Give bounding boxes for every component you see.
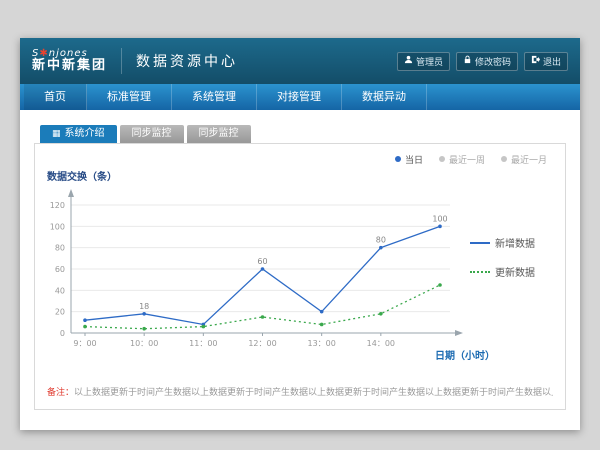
logout-icon: [531, 55, 540, 67]
svg-text:100: 100: [50, 222, 65, 231]
tab-sync-monitor-2[interactable]: 同步监控: [187, 125, 251, 143]
brand-name-cn: 新中新集团: [32, 59, 107, 74]
main-nav: 首页 标准管理 系统管理 对接管理 数据异动: [20, 84, 580, 110]
nav-item-data-change[interactable]: 数据异动: [342, 84, 427, 110]
filter-label: 当日: [405, 153, 423, 166]
page-title: 数据资源中心: [136, 51, 238, 71]
svg-text:10：00: 10：00: [130, 339, 158, 348]
dot-icon: [501, 156, 507, 162]
legend-item-new-data[interactable]: 新增数据: [470, 235, 554, 250]
line-chart: 0 20 40 60 80 100 120 9：00 10：00 11：00 12：00 13：00 1…: [45, 183, 470, 363]
logout-button[interactable]: 退出: [524, 52, 568, 71]
chart-y-axis-title: 数据交换（条）: [47, 168, 555, 183]
time-filter-legend: 当日 最近一周 最近一月: [45, 152, 555, 166]
tab-system-intro[interactable]: ▦ 系统介绍: [40, 125, 117, 143]
dot-icon: [439, 156, 445, 162]
svg-text:0: 0: [60, 329, 65, 338]
header-actions: 管理员 修改密码 退出: [397, 52, 568, 71]
chart-row: 0 20 40 60 80 100 120 9：00 10：00 11：00 12：00 13：00 1…: [45, 183, 555, 363]
change-password-button[interactable]: 修改密码: [456, 52, 518, 71]
admin-user-button[interactable]: 管理员: [397, 52, 450, 71]
chart-panel: 当日 最近一周 最近一月 数据交换（条） 0 20 40 60 80 100 120 9：00…: [34, 144, 566, 410]
svg-text:14：00: 14：00: [367, 339, 395, 348]
series-label: 更新数据: [495, 264, 535, 279]
legend-item-updated-data[interactable]: 更新数据: [470, 264, 554, 279]
app-header: S✱njones 新中新集团 数据资源中心 管理员 修改密码 退出: [20, 38, 580, 84]
filter-last-month[interactable]: 最近一月: [501, 153, 547, 166]
app-window: S✱njones 新中新集团 数据资源中心 管理员 修改密码 退出 首页 标准管…: [20, 38, 580, 430]
nav-item-system-mgmt[interactable]: 系统管理: [172, 84, 257, 110]
note-label: 备注：: [47, 388, 74, 398]
nav-item-connection-mgmt[interactable]: 对接管理: [257, 84, 342, 110]
tab-sync-monitor-1[interactable]: 同步监控: [120, 125, 184, 143]
svg-text:60: 60: [55, 265, 65, 274]
filter-label: 最近一周: [449, 153, 485, 166]
dotted-line-swatch-icon: [470, 271, 490, 273]
brand-logo: S✱njones 新中新集团: [32, 48, 107, 74]
note-text: 以上数据更新于时间产生数据以上数据更新于时间产生数据以上数据更新于时间产生数据以…: [74, 388, 553, 398]
content-area: ▦ 系统介绍 同步监控 同步监控 当日 最近一周: [20, 110, 580, 410]
lock-icon: [463, 55, 472, 67]
svg-text:20: 20: [55, 308, 65, 317]
svg-text:80: 80: [376, 236, 386, 245]
svg-text:11：00: 11：00: [189, 339, 217, 348]
tab-label: 系统介绍: [65, 125, 105, 143]
svg-text:80: 80: [55, 244, 65, 253]
user-icon: [404, 55, 413, 67]
svg-text:100: 100: [432, 214, 447, 223]
dot-icon: [395, 156, 401, 162]
filter-today[interactable]: 当日: [395, 153, 423, 166]
nav-item-home[interactable]: 首页: [24, 84, 87, 110]
filter-last-week[interactable]: 最近一周: [439, 153, 485, 166]
footer-note: 备注：以上数据更新于时间产生数据以上数据更新于时间产生数据以上数据更新于时间产生…: [47, 387, 553, 400]
tab-strip: ▦ 系统介绍 同步监控 同步监控: [34, 125, 566, 144]
header-divider: [121, 48, 122, 74]
grid-icon: ▦: [52, 130, 61, 139]
svg-text:18: 18: [139, 302, 149, 311]
change-password-label: 修改密码: [475, 55, 511, 68]
svg-text:12：00: 12：00: [248, 339, 276, 348]
series-label: 新增数据: [495, 235, 535, 250]
admin-user-label: 管理员: [416, 55, 443, 68]
logout-label: 退出: [543, 55, 561, 68]
nav-item-standard-mgmt[interactable]: 标准管理: [87, 84, 172, 110]
svg-text:13：00: 13：00: [307, 339, 335, 348]
solid-line-swatch-icon: [470, 242, 490, 244]
tab-label: 同步监控: [132, 125, 172, 143]
chart-series-legend: 新增数据 更新数据: [470, 183, 554, 363]
svg-text:9：00: 9：00: [73, 339, 96, 348]
svg-text:40: 40: [55, 286, 65, 295]
svg-text:60: 60: [257, 257, 267, 266]
tab-label: 同步监控: [199, 125, 239, 143]
filter-label: 最近一月: [511, 153, 547, 166]
svg-text:120: 120: [50, 201, 65, 210]
